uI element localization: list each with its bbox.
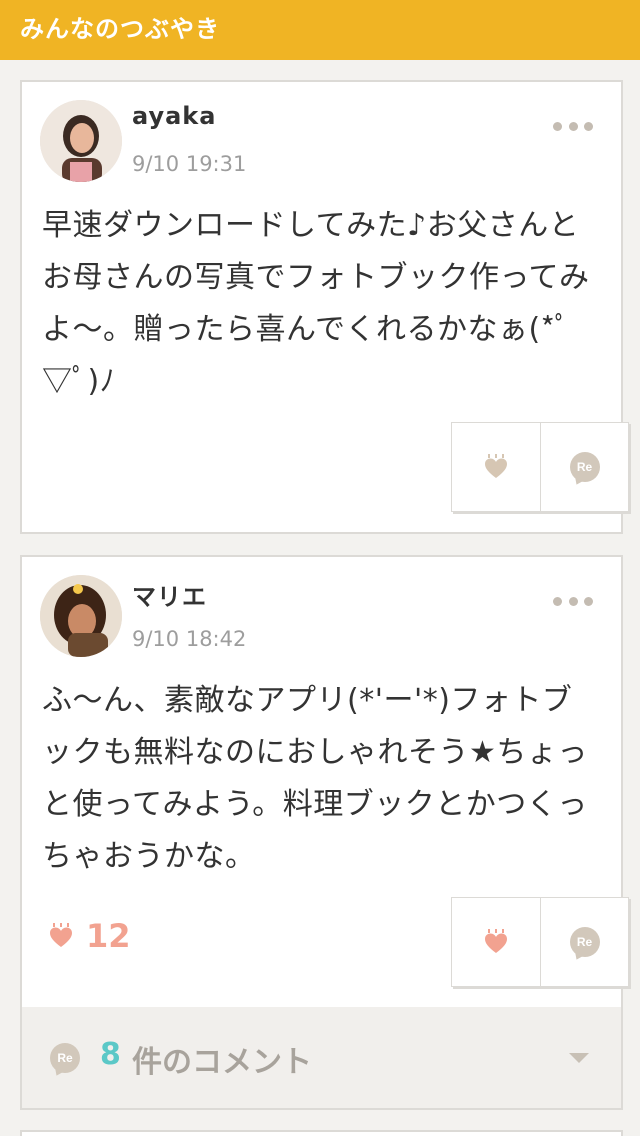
avatar[interactable] [40,575,122,657]
heart-icon [50,923,72,947]
avatar[interactable] [40,100,122,182]
like-count-value: 12 [86,917,131,955]
post-text: ふ〜ん、素敵なアプリ(*'ー'*)フォトブックも無料なのにおしゃれそう★ちょっと… [42,683,588,874]
comments-toggle[interactable]: Re 8 件のコメント [22,1007,621,1108]
comment-label: 件のコメント [132,1045,312,1080]
post-text: 早速ダウンロードしてみた♪お父さんとお母さんの写真でフォトブック作ってみよ〜。贈… [42,208,590,399]
like-count[interactable]: 12 [48,917,131,955]
timestamp: 9/10 19:31 [132,152,247,176]
reply-icon: Re [569,452,600,482]
more-options-icon[interactable] [553,114,593,138]
more-options-icon[interactable] [553,589,593,613]
post-actions: Re [451,422,629,512]
timestamp: 9/10 18:42 [132,627,247,651]
comment-count: 8 [100,1037,121,1072]
like-button[interactable] [452,423,540,511]
app-header: みんなのつぶやき [0,0,640,60]
reply-icon: Re [569,927,600,957]
like-button[interactable] [452,898,540,986]
heart-icon [485,929,507,953]
post-card: ayaka 9/10 19:31 早速ダウンロードしてみた♪お父さんとお母さんの… [20,80,629,534]
reply-button[interactable]: Re [540,898,628,986]
username[interactable]: ayaka [132,102,216,130]
post-card [20,1130,623,1136]
heart-icon [485,454,507,478]
chevron-down-icon [569,1053,589,1063]
username[interactable]: マリエ [132,577,207,612]
reply-button[interactable]: Re [540,423,628,511]
header-title: みんなのつぶやき [20,15,220,43]
post-card: マリエ 9/10 18:42 ふ〜ん、素敵なアプリ(*'ー'*)フォトブックも無… [20,555,629,1110]
comment-icon: Re [50,1043,80,1073]
post-actions: Re [451,897,629,987]
